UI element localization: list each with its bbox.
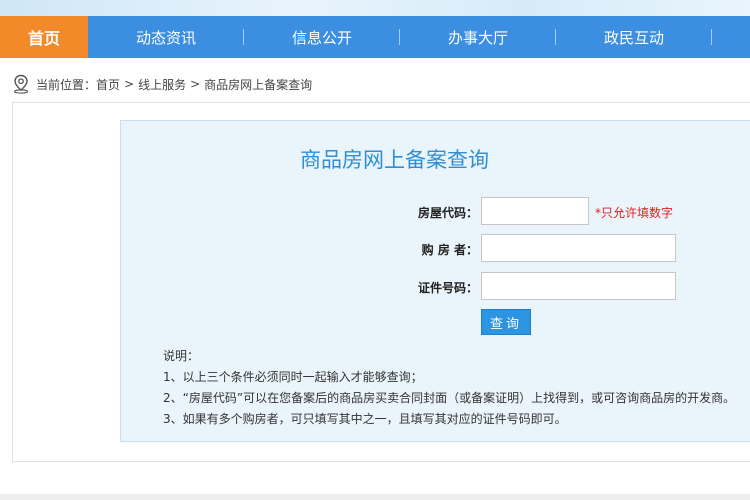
buyer-input[interactable] [481,234,676,262]
bottom-strip [0,494,750,500]
id-number-label: 证件号码： [417,281,478,295]
nav-item-home[interactable]: 首页 [0,16,88,58]
instructions: 说明： 1、以上三个条件必须同时一起输入才能够查询； 2、“房屋代码”可以在您备… [163,346,735,430]
breadcrumb-link-home[interactable]: 首页 [96,76,120,93]
house-code-label: 房屋代码： [417,206,478,220]
nav-item-service-hall[interactable]: 办事大厅 [400,16,556,58]
nav-item-overflow [712,16,750,58]
breadcrumb-prefix: 当前位置： [36,77,97,92]
house-code-input[interactable] [481,197,589,225]
nav-item-info-disclosure[interactable]: 信息公开 [244,16,400,58]
house-code-hint: *只允许填数字 [595,206,674,220]
location-pin-icon [13,74,29,94]
breadcrumb-separator: > [124,77,135,91]
breadcrumb-separator: > [190,77,201,91]
instruction-line: 1、以上三个条件必须同时一起输入才能够查询； [163,370,423,384]
instruction-line: 3、如果有多个购房者，可只填写其中之一，且填写其对应的证件号码即可。 [163,412,567,426]
nav-item-interaction[interactable]: 政民互动 [556,16,712,58]
nav-item-news[interactable]: 动态资讯 [88,16,244,58]
top-banner-strip [0,0,750,16]
id-number-input[interactable] [481,272,676,300]
breadcrumb-link-online-service[interactable]: 线上服务 [138,76,186,93]
breadcrumb: 当前位置： 首页 > 线上服务 > 商品房网上备案查询 [12,74,312,94]
breadcrumb-current: 商品房网上备案查询 [204,77,313,92]
buyer-label: 购 房 者： [421,243,478,257]
instruction-line: 2、“房屋代码”可以在您备案后的商品房买卖合同封面（或备案证明）上找得到，或可咨… [163,391,736,405]
main-nav: 首页 动态资讯 信息公开 办事大厅 政民互动 [0,16,750,58]
page-title: 商品房网上备案查询 [300,148,489,172]
query-button[interactable]: 查询 [481,309,531,335]
instructions-heading: 说明： [163,349,200,363]
